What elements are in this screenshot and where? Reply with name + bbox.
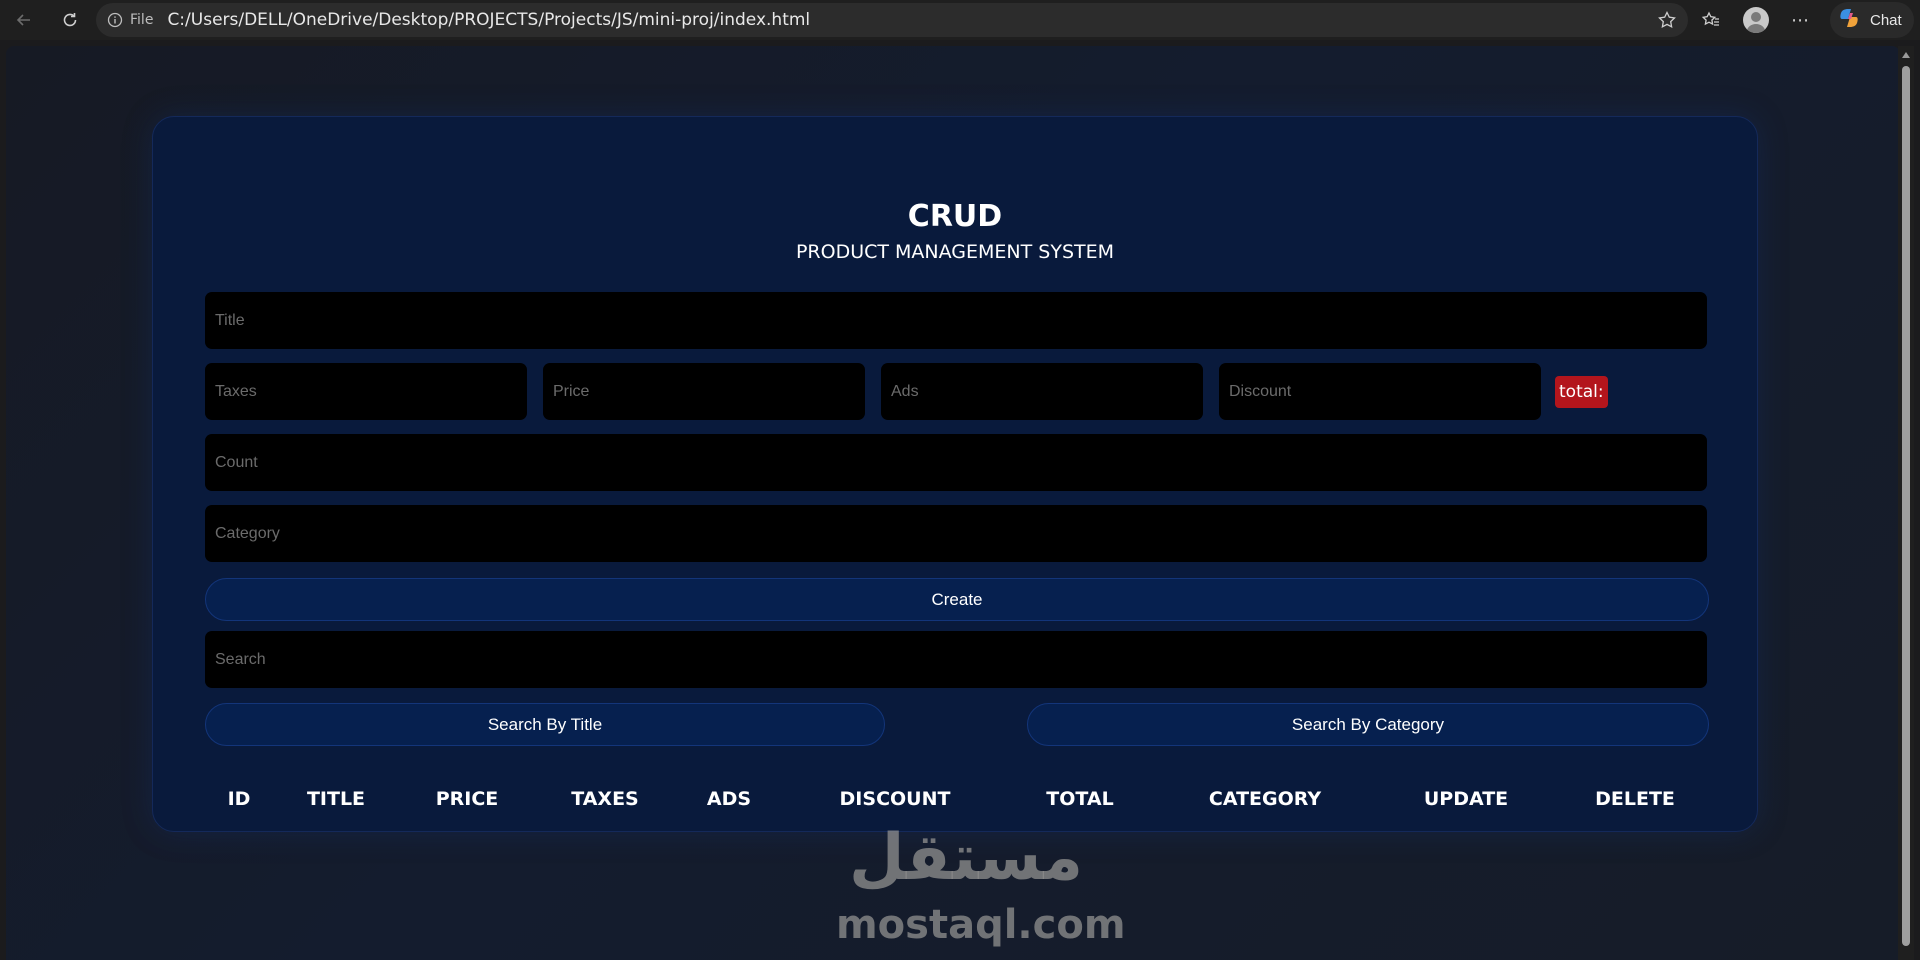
watermark-latin-text: mostaql.com [836, 902, 1126, 948]
price-input[interactable] [543, 363, 865, 420]
url-text[interactable]: C:/Users/DELL/OneDrive/Desktop/PROJECTS/… [167, 10, 810, 30]
profile-avatar-icon[interactable] [1740, 4, 1772, 36]
reload-icon[interactable] [54, 4, 86, 36]
search-by-title-button[interactable]: Search By Title [205, 703, 885, 746]
back-icon[interactable] [8, 4, 40, 36]
table-header-title: TITLE [306, 788, 366, 810]
search-by-category-button[interactable]: Search By Category [1027, 703, 1709, 746]
table-header-price: PRICE [435, 788, 499, 810]
discount-input[interactable] [1219, 363, 1541, 420]
address-bar[interactable]: File C:/Users/DELL/OneDrive/Desktop/PROJ… [96, 3, 1688, 37]
count-input[interactable] [205, 434, 1707, 491]
table-header-discount: DISCOUNT [839, 788, 951, 810]
scroll-up-arrow-icon[interactable] [1902, 52, 1910, 58]
scrollbar-thumb[interactable] [1902, 66, 1910, 946]
create-button[interactable]: Create [205, 578, 1709, 621]
info-icon[interactable] [106, 11, 124, 29]
table-header-ads: ADS [706, 788, 752, 810]
table-header-id: ID [227, 788, 251, 810]
browser-toolbar: File C:/Users/DELL/OneDrive/Desktop/PROJ… [0, 0, 1920, 40]
table-header-category: CATEGORY [1208, 788, 1322, 810]
search-input[interactable] [205, 631, 1707, 688]
table-header-taxes: TAXES [571, 788, 639, 810]
page-title: CRUD [907, 199, 1003, 234]
crud-card: CRUD PRODUCT MANAGEMENT SYSTEM total: Cr… [152, 116, 1758, 832]
title-input[interactable] [205, 292, 1707, 349]
chat-label: Chat [1870, 11, 1902, 29]
star-icon[interactable] [1654, 7, 1680, 33]
total-badge: total: [1555, 376, 1608, 408]
page-subtitle: PRODUCT MANAGEMENT SYSTEM [795, 241, 1115, 263]
watermark-arabic-text: مستقل [848, 821, 1084, 895]
table-header-delete: DELETE [1595, 788, 1675, 810]
table-header-update: UPDATE [1423, 788, 1509, 810]
favorites-icon[interactable] [1695, 4, 1727, 36]
table-header-total: TOTAL [1046, 788, 1114, 810]
mostaql-watermark-logo: مستقل mostaql.com [836, 821, 1126, 960]
copilot-chat-button[interactable]: Chat [1830, 2, 1914, 38]
category-input[interactable] [205, 505, 1707, 562]
copilot-icon [1836, 5, 1862, 36]
ads-input[interactable] [881, 363, 1203, 420]
taxes-input[interactable] [205, 363, 527, 420]
more-options-icon[interactable]: ⋯ [1784, 4, 1816, 36]
vertical-scrollbar[interactable] [1898, 46, 1914, 960]
file-label: File [130, 12, 154, 28]
